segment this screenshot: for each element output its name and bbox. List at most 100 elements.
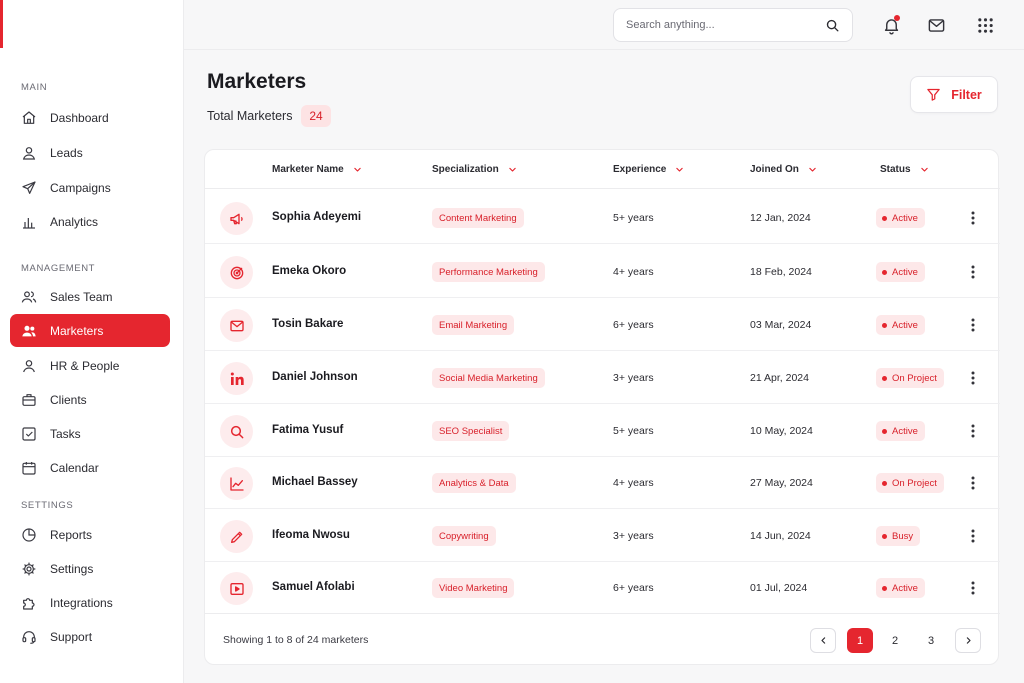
column-header-experience[interactable]: Experience: [613, 164, 684, 175]
section-settings-label: SETTINGS: [21, 500, 74, 511]
status-badge: On Project: [876, 473, 944, 493]
sidebar-item-sales-team[interactable]: Sales Team: [10, 280, 170, 313]
next-page-button[interactable]: [955, 628, 981, 653]
experience: 5+ years: [613, 212, 654, 224]
table-row[interactable]: Samuel Afolabi Video Marketing 6+ years …: [205, 561, 1000, 614]
pie-chart-icon: [21, 527, 37, 543]
status-dot: [882, 480, 887, 486]
more-options-icon[interactable]: [968, 475, 978, 491]
sidebar-item-dashboard[interactable]: Dashboard: [10, 101, 170, 134]
sidebar-item-label: Integrations: [50, 595, 113, 610]
sidebar-item-clients[interactable]: Clients: [10, 383, 170, 416]
sidebar-item-campaigns[interactable]: Campaigns: [10, 171, 170, 204]
search-icon[interactable]: [825, 18, 840, 33]
user-icon: [21, 145, 37, 161]
specialization-tag: SEO Specialist: [432, 421, 510, 441]
more-options-icon[interactable]: [968, 264, 978, 280]
target-icon: [220, 256, 253, 289]
joined-date: 12 Jan, 2024: [750, 212, 811, 224]
filter-button[interactable]: Filter: [910, 76, 998, 113]
search-icon: [220, 415, 253, 448]
users-icon: [21, 323, 37, 339]
more-options-icon[interactable]: [968, 528, 978, 544]
sidebar-item-marketers[interactable]: Marketers: [10, 314, 170, 347]
marketer-name: Daniel Johnson: [272, 371, 358, 383]
column-header-status[interactable]: Status: [880, 164, 929, 175]
topbar: [184, 0, 1024, 50]
sidebar-item-support[interactable]: Support: [10, 620, 170, 653]
more-options-icon[interactable]: [968, 370, 978, 386]
header-divider: [205, 188, 1000, 189]
joined-date: 10 May, 2024: [750, 425, 813, 437]
table-row[interactable]: Tosin Bakare Email Marketing 6+ years 03…: [205, 298, 1000, 351]
app-grid-icon[interactable]: [975, 15, 995, 35]
marketer-name: Sophia Adeyemi: [272, 211, 362, 223]
sidebar-item-label: Calendar: [50, 460, 99, 475]
sidebar-item-hr-people[interactable]: HR & People: [10, 349, 170, 382]
search-box[interactable]: [613, 8, 853, 42]
column-header-marketer-name[interactable]: Marketer Name: [272, 164, 362, 175]
sidebar-item-label: Reports: [50, 527, 93, 542]
sidebar-item-label: Clients: [50, 392, 87, 407]
specialization-tag: Copywriting: [432, 526, 496, 546]
chevron-down-icon: [353, 165, 362, 174]
specialization-tag: Performance Marketing: [432, 262, 545, 282]
sidebar-item-integrations[interactable]: Integrations: [10, 586, 170, 619]
sidebar-item-leads[interactable]: Leads: [10, 136, 170, 169]
section-main-label: MAIN: [21, 82, 48, 93]
status-dot: [882, 269, 887, 275]
more-options-icon[interactable]: [968, 580, 978, 596]
table-row[interactable]: Emeka Okoro Performance Marketing 4+ yea…: [205, 245, 1000, 298]
column-header-specialization[interactable]: Specialization: [432, 164, 517, 175]
mail-icon: [220, 309, 253, 342]
sidebar-item-label: Marketers: [50, 323, 104, 338]
joined-date: 01 Jul, 2024: [750, 582, 808, 594]
sidebar-item-label: HR & People: [50, 358, 120, 373]
joined-date: 21 Apr, 2024: [750, 372, 809, 384]
marketer-name: Ifeoma Nwosu: [272, 529, 350, 541]
marketer-name: Samuel Afolabi: [272, 581, 355, 593]
table-row[interactable]: Fatima Yusuf SEO Specialist 5+ years 10 …: [205, 404, 1000, 457]
status-dot: [882, 585, 887, 591]
status-dot: [882, 533, 887, 539]
filter-icon: [926, 87, 941, 102]
home-icon: [21, 110, 37, 126]
prev-page-button[interactable]: [810, 628, 836, 653]
notification-bell-icon[interactable]: [881, 15, 901, 35]
table-row[interactable]: Ifeoma Nwosu Copywriting 3+ years 14 Jun…: [205, 509, 1000, 562]
table-row[interactable]: Michael Bassey Analytics & Data 4+ years…: [205, 456, 1000, 509]
more-options-icon[interactable]: [968, 210, 978, 226]
specialization-tag: Analytics & Data: [432, 473, 516, 493]
bar-chart-icon: [21, 214, 37, 230]
mail-icon[interactable]: [926, 15, 946, 35]
marketer-name: Michael Bassey: [272, 476, 358, 488]
chevron-left-icon: [819, 636, 828, 645]
sidebar-item-settings[interactable]: Settings: [10, 552, 170, 585]
joined-date: 27 May, 2024: [750, 477, 813, 489]
table-row[interactable]: Sophia Adeyemi Content Marketing 5+ year…: [205, 191, 1000, 244]
sidebar-item-tasks[interactable]: Tasks: [10, 417, 170, 450]
table-row[interactable]: Daniel Johnson Social Media Marketing 3+…: [205, 351, 1000, 404]
specialization-tag: Content Marketing: [432, 208, 524, 228]
chevron-down-icon: [675, 165, 684, 174]
column-header-joined-on[interactable]: Joined On: [750, 164, 817, 175]
more-options-icon[interactable]: [968, 317, 978, 333]
filter-label: Filter: [951, 87, 982, 102]
search-input[interactable]: [626, 19, 825, 31]
sidebar-item-reports[interactable]: Reports: [10, 518, 170, 551]
sidebar-item-label: Dashboard: [50, 110, 109, 125]
briefcase-icon: [21, 392, 37, 408]
sidebar-item-label: Analytics: [50, 214, 99, 229]
sidebar-item-analytics[interactable]: Analytics: [10, 205, 170, 238]
experience: 3+ years: [613, 372, 654, 384]
sidebar-item-label: Leads: [50, 145, 83, 160]
linkedin-icon: [220, 362, 253, 395]
more-options-icon[interactable]: [968, 423, 978, 439]
page-button-2[interactable]: 2: [882, 628, 908, 653]
sidebar-item-calendar[interactable]: Calendar: [10, 451, 170, 484]
page-button-1[interactable]: 1: [847, 628, 873, 653]
page-button-3[interactable]: 3: [918, 628, 944, 653]
chevron-down-icon: [920, 165, 929, 174]
chevron-right-icon: [964, 636, 973, 645]
checkbox-icon: [21, 426, 37, 442]
